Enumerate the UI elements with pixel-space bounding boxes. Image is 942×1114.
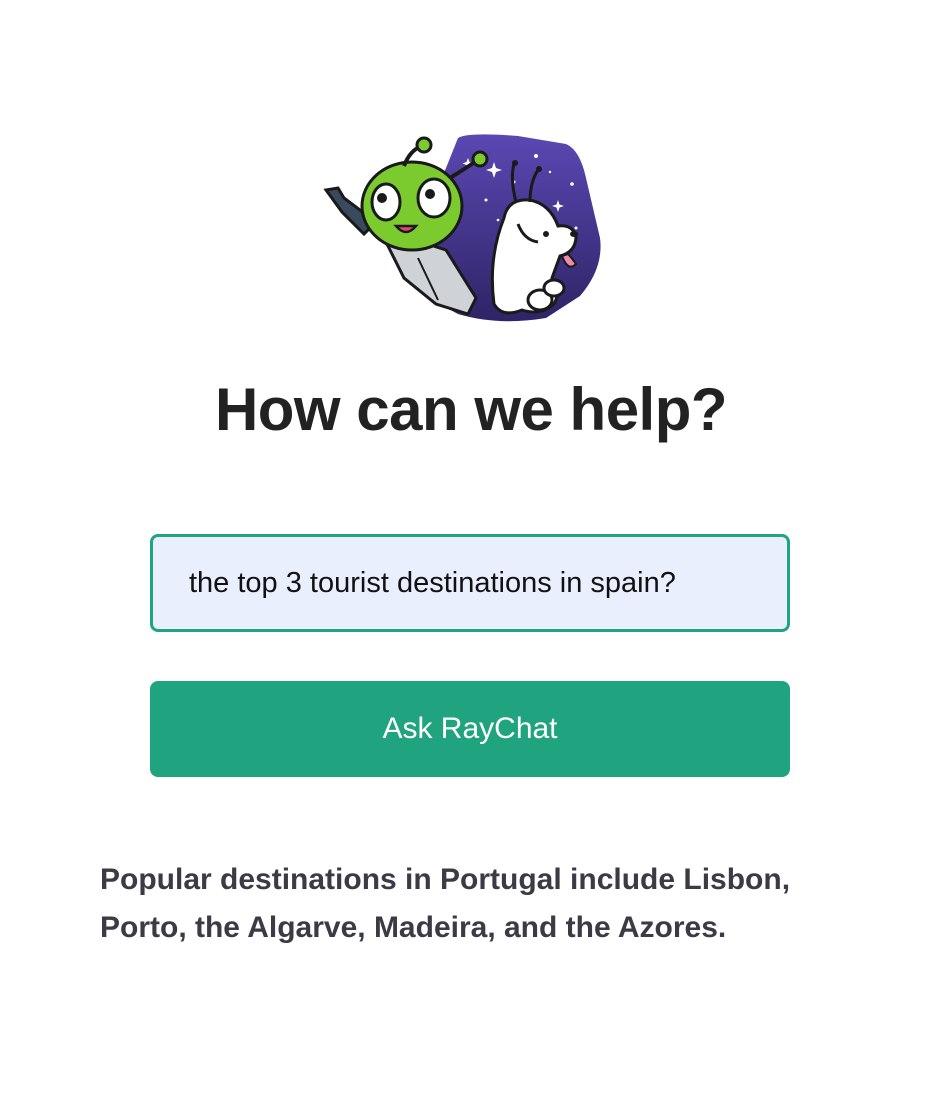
question-input[interactable] xyxy=(150,534,790,632)
page-title: How can we help? xyxy=(214,376,728,443)
alien-and-dog-mascot-icon xyxy=(318,128,618,328)
answer-text: Popular destinations in Portugal include… xyxy=(100,863,791,944)
ask-raychat-button[interactable]: Ask RayChat xyxy=(150,681,790,777)
